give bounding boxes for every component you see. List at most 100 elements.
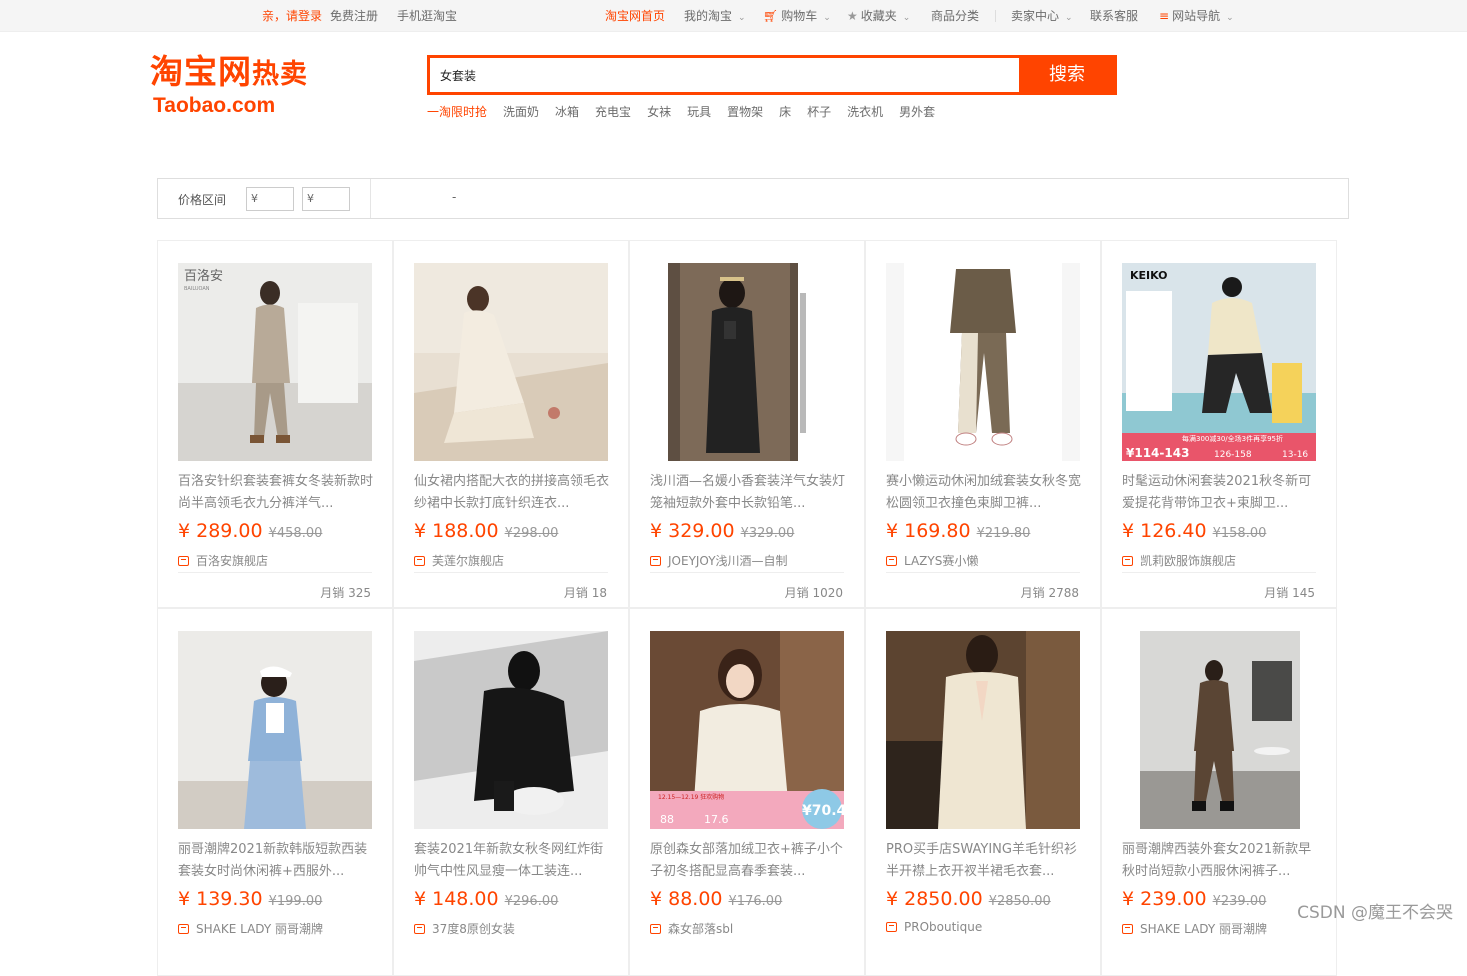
- shop-name[interactable]: 凯莉欧服饰旗舰店: [1122, 552, 1236, 569]
- original-price: ¥2850.00: [988, 894, 1051, 909]
- shop-icon: [1122, 556, 1133, 566]
- hot-keyword[interactable]: 充电宝: [595, 105, 631, 119]
- product-card[interactable]: 百洛安 BAILUOAN 百洛安针织套装套裤女冬装新款时尚半高领毛衣九分裤洋气.…: [157, 240, 393, 608]
- hot-keyword[interactable]: 玩具: [687, 105, 711, 119]
- seller-center-link[interactable]: 卖家中心 ⌄: [1011, 7, 1073, 24]
- hot-keyword[interactable]: 女袜: [647, 105, 671, 119]
- min-price-input[interactable]: ¥: [246, 187, 294, 211]
- hot-keyword[interactable]: 男外套: [899, 105, 935, 119]
- product-image[interactable]: [886, 631, 1080, 829]
- current-price: ¥ 169.80: [886, 520, 971, 542]
- hot-keyword[interactable]: 洗衣机: [847, 105, 883, 119]
- my-taobao-link[interactable]: 我的淘宝 ⌄: [684, 7, 746, 24]
- promo-strike: 88: [660, 813, 674, 826]
- product-title[interactable]: 百洛安针织套装套裤女冬装新款时尚半高领毛衣九分裤洋气...: [178, 471, 374, 515]
- product-card[interactable]: 赛小懒运动休闲加绒套装女秋冬宽松圆领卫衣撞色束脚卫裤... ¥ 169.80 ¥2…: [865, 240, 1101, 608]
- brand-text-en: BAILUOAN: [184, 286, 210, 292]
- product-title[interactable]: 丽哥潮牌西装外套女2021新款早秋时尚短款小西服休闲裤子...: [1122, 839, 1318, 883]
- shop-label: 37度8原创女装: [432, 922, 515, 936]
- original-price: ¥329.00: [740, 526, 795, 541]
- csdn-watermark: CSDN @魔王不会哭: [1297, 903, 1453, 923]
- shop-name[interactable]: 百洛安旗舰店: [178, 552, 268, 569]
- product-title[interactable]: PRO买手店SWAYING羊毛针织衫半开襟上衣开衩半裙毛衣套...: [886, 839, 1082, 883]
- my-taobao-label: 我的淘宝: [684, 9, 733, 23]
- monthly-sales: 月销 1020: [784, 586, 843, 600]
- product-image[interactable]: [414, 631, 608, 829]
- product-price: ¥ 88.00 ¥176.00: [650, 888, 782, 910]
- cart-link[interactable]: 🛒︎ 购物车 ⌄: [763, 7, 831, 24]
- product-title[interactable]: 赛小懒运动休闲加绒套装女秋冬宽松圆领卫衣撞色束脚卫裤...: [886, 471, 1082, 515]
- product-image[interactable]: [178, 631, 372, 829]
- hot-keyword[interactable]: 床: [779, 105, 791, 119]
- taobao-logo[interactable]: 淘宝网热卖 Taobao.com: [150, 52, 370, 122]
- product-title[interactable]: 仙女裙内搭配大衣的拼接高领毛衣纱裙中长款打底针织连衣...: [414, 471, 610, 515]
- monthly-sales: 月销 325: [320, 586, 371, 600]
- range-dash: -: [452, 190, 457, 204]
- hot-keyword[interactable]: 冰箱: [555, 105, 579, 119]
- product-title[interactable]: 浅川酒—名媛小香套装洋气女装灯笼袖短款外套中长款铅笔...: [650, 471, 846, 515]
- current-price: ¥ 329.00: [650, 520, 735, 542]
- shop-icon: [650, 556, 661, 566]
- shop-label: 森女部落sbl: [668, 922, 734, 936]
- monthly-sales: 月销 2788: [1020, 586, 1079, 600]
- hot-keyword[interactable]: 洗面奶: [503, 105, 539, 119]
- hot-keyword[interactable]: 一淘限时抢: [427, 105, 487, 119]
- search-input[interactable]: [430, 58, 1024, 92]
- contact-link[interactable]: 联系客服: [1090, 7, 1138, 24]
- brand-text: 百洛安: [184, 269, 223, 284]
- product-card[interactable]: 仙女裙内搭配大衣的拼接高领毛衣纱裙中长款打底针织连衣... ¥ 188.00 ¥2…: [393, 240, 629, 608]
- product-title[interactable]: 丽哥潮牌2021新款韩版短款西装套装女时尚休闲裤+西服外...: [178, 839, 374, 883]
- site-nav-link[interactable]: ≡ 网站导航 ⌄: [1159, 7, 1234, 24]
- shop-name[interactable]: LAZYS赛小懒: [886, 552, 978, 569]
- mobile-taobao-link[interactable]: 手机逛淘宝: [397, 7, 457, 24]
- current-price: ¥ 289.00: [178, 520, 263, 542]
- product-card[interactable]: 丽哥潮牌2021新款韩版短款西装套装女时尚休闲裤+西服外... ¥ 139.30…: [157, 608, 393, 976]
- register-link[interactable]: 免费注册: [330, 7, 378, 24]
- product-image[interactable]: [1122, 631, 1316, 829]
- promo-price: ¥70.4: [802, 803, 844, 819]
- login-link[interactable]: 亲，请登录: [262, 7, 322, 24]
- divider: [1122, 572, 1316, 573]
- product-image[interactable]: 12.15—12.19 狂欢购物 88 17.6 ¥70.4: [650, 631, 844, 829]
- product-image[interactable]: [886, 263, 1080, 461]
- product-card[interactable]: 12.15—12.19 狂欢购物 88 17.6 ¥70.4 原创森女部落加绒卫…: [629, 608, 865, 976]
- promo-text: 每满300减30/全场3件再享95折: [1182, 434, 1283, 443]
- product-image[interactable]: KEIKO 每满300减30/全场3件再享95折 ¥114-143 126-15…: [1122, 263, 1316, 461]
- home-link[interactable]: 淘宝网首页: [605, 7, 665, 24]
- monthly-sales: 月销 145: [1264, 586, 1315, 600]
- promo-price: ¥114-143: [1126, 446, 1189, 460]
- product-image[interactable]: [650, 263, 844, 461]
- product-card[interactable]: KEIKO 每满300减30/全场3件再享95折 ¥114-143 126-15…: [1101, 240, 1337, 608]
- shop-label: JOEYJOY浅川酒—自制: [668, 554, 788, 568]
- hot-keyword[interactable]: 置物架: [727, 105, 763, 119]
- product-title[interactable]: 时髦运动休闲套装2021秋冬新可爱提花背带饰卫衣+束脚卫...: [1122, 471, 1318, 515]
- shop-icon: [886, 922, 897, 932]
- product-card[interactable]: PRO买手店SWAYING羊毛针织衫半开襟上衣开衩半裙毛衣套... ¥ 2850…: [865, 608, 1101, 976]
- promo-range-a: 126-158: [1214, 450, 1252, 460]
- product-title[interactable]: 套装2021年新款女秋冬网红炸街帅气中性风显瘦一体工装连...: [414, 839, 610, 883]
- hot-keywords: 一淘限时抢 洗面奶 冰箱 充电宝 女袜 玩具 置物架 床 杯子 洗衣机 男外套: [427, 103, 951, 120]
- hot-keyword[interactable]: 杯子: [807, 105, 831, 119]
- product-card[interactable]: 套装2021年新款女秋冬网红炸街帅气中性风显瘦一体工装连... ¥ 148.00…: [393, 608, 629, 976]
- search-button[interactable]: 搜索: [1019, 55, 1115, 95]
- product-card[interactable]: 浅川酒—名媛小香套装洋气女装灯笼袖短款外套中长款铅笔... ¥ 329.00 ¥3…: [629, 240, 865, 608]
- max-price-input[interactable]: ¥: [302, 187, 350, 211]
- favorites-link[interactable]: ★ 收藏夹 ⌄: [847, 7, 910, 24]
- star-icon: ★: [847, 9, 858, 23]
- product-title[interactable]: 原创森女部落加绒卫衣+裤子小个子初冬搭配显高春季套装...: [650, 839, 846, 883]
- original-price: ¥219.80: [976, 526, 1031, 541]
- current-price: ¥ 88.00: [650, 888, 723, 910]
- shop-label: 芙莲尔旗舰店: [432, 554, 505, 568]
- categories-link[interactable]: 商品分类: [931, 7, 979, 24]
- shop-name[interactable]: JOEYJOY浅川酒—自制: [650, 552, 788, 569]
- product-image[interactable]: 百洛安 BAILUOAN: [178, 263, 372, 461]
- promo-strike-2: 17.6: [704, 813, 729, 826]
- shop-name[interactable]: 芙莲尔旗舰店: [414, 552, 504, 569]
- product-image[interactable]: [414, 263, 608, 461]
- current-price: ¥ 2850.00: [886, 888, 983, 910]
- original-price: ¥458.00: [268, 526, 323, 541]
- shop-label: 百洛安旗舰店: [196, 554, 269, 568]
- divider: [995, 10, 996, 22]
- shop-name[interactable]: PROboutique: [886, 920, 982, 934]
- current-price: ¥ 126.40: [1122, 520, 1207, 542]
